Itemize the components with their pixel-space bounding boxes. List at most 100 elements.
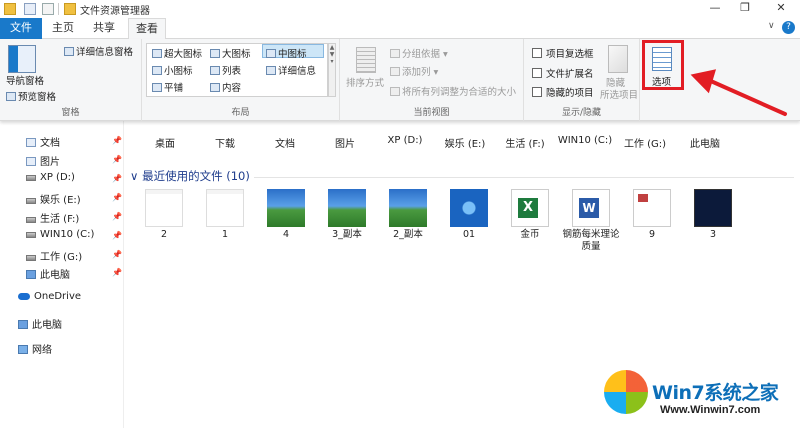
- recent-files-header[interactable]: ∨ 最近使用的文件 (10): [130, 168, 250, 184]
- tab-file[interactable]: 文件: [0, 18, 42, 39]
- small-icons-icon: [152, 66, 162, 75]
- tab-share[interactable]: 共享: [84, 18, 124, 39]
- details-icon: [266, 66, 276, 75]
- tab-view[interactable]: 查看: [128, 18, 166, 40]
- ribbon-collapse-icon[interactable]: ∨: [768, 21, 775, 31]
- properties-icon[interactable]: [24, 3, 36, 15]
- frequent-folder-item[interactable]: 下载: [197, 135, 253, 150]
- panes-group: 导航窗格 预览窗格 详细信息窗格 窗格: [0, 39, 142, 121]
- frequent-folder-item[interactable]: 图片: [317, 135, 373, 150]
- maximize-button[interactable]: ❐: [730, 0, 760, 18]
- sidebar-item-drive-c[interactable]: WIN10 (C:): [26, 229, 94, 240]
- group-by-button[interactable]: 分组依据 ▾: [390, 46, 448, 60]
- sidebar-item-label: 娱乐 (E:): [40, 195, 81, 206]
- layout-medium-icons[interactable]: 中图标: [266, 46, 307, 60]
- pin-icon[interactable]: 📌: [112, 193, 122, 202]
- pin-icon[interactable]: 📌: [112, 231, 122, 240]
- close-button[interactable]: ✕: [766, 0, 796, 18]
- frequent-folder-item[interactable]: 文档: [257, 135, 313, 150]
- sidebar-item-drive-g[interactable]: 工作 (G:): [26, 248, 82, 263]
- hidden-items-toggle[interactable]: 隐藏的项目: [532, 85, 594, 99]
- navigation-pane-icon[interactable]: [8, 45, 36, 73]
- sidebar-item-drive-f[interactable]: 生活 (F:): [26, 210, 79, 225]
- group-by-icon: [390, 49, 400, 58]
- sidebar-item-label: WIN10 (C:): [40, 229, 95, 240]
- layout-details[interactable]: 详细信息: [266, 63, 316, 77]
- layout-small-label: 小图标: [164, 66, 193, 77]
- quick-access-divider: [58, 3, 59, 15]
- minimize-button[interactable]: —: [700, 0, 730, 18]
- layout-medium-label: 中图标: [278, 49, 307, 60]
- fit-columns-button[interactable]: 将所有列调整为合适的大小: [390, 84, 516, 98]
- sidebar-item-pictures[interactable]: 图片: [26, 153, 60, 168]
- frequent-folder-item[interactable]: WIN10 (C:): [557, 135, 613, 146]
- navigation-pane-button[interactable]: 导航窗格: [6, 73, 44, 87]
- drive-icon: [26, 175, 36, 181]
- windows-logo-icon: [604, 370, 648, 414]
- frequent-folder-item[interactable]: 生活 (F:): [497, 135, 553, 150]
- image-thumbnail: [267, 189, 305, 227]
- sidebar-item-this-pc-pinned[interactable]: 此电脑: [26, 266, 70, 281]
- word-file-icon: [572, 189, 610, 227]
- pin-icon[interactable]: 📌: [112, 268, 122, 277]
- pin-icon[interactable]: 📌: [112, 174, 122, 183]
- file-name: 1: [221, 229, 229, 240]
- section-divider: [254, 177, 794, 178]
- sort-icon[interactable]: [356, 47, 376, 73]
- preview-pane-button[interactable]: 预览窗格: [6, 89, 56, 103]
- layout-large-icons[interactable]: 大图标: [210, 46, 251, 60]
- sort-by-button[interactable]: 排序方式: [346, 75, 384, 89]
- frequent-folder-item[interactable]: 娱乐 (E:): [437, 135, 493, 150]
- frequent-folder-item[interactable]: 工作 (G:): [617, 135, 673, 150]
- sidebar-item-documents[interactable]: 文档: [26, 134, 60, 149]
- help-icon[interactable]: ?: [782, 21, 795, 34]
- tab-home[interactable]: 主页: [44, 18, 82, 39]
- file-name: 2: [160, 229, 168, 240]
- add-columns-button[interactable]: 添加列 ▾: [390, 64, 438, 78]
- layout-list[interactable]: 列表: [210, 63, 241, 77]
- layout-tiles[interactable]: 平铺: [152, 80, 183, 94]
- sidebar-item-drive-e[interactable]: 娱乐 (E:): [26, 191, 81, 206]
- medium-icons-icon: [266, 49, 276, 58]
- pin-icon[interactable]: 📌: [112, 155, 122, 164]
- item-checkboxes-toggle[interactable]: 项目复选框: [532, 46, 594, 60]
- current-view-group-label: 当前视图: [413, 108, 450, 118]
- layout-extra-large-icons[interactable]: 超大图标: [152, 46, 202, 60]
- frequent-folder-item[interactable]: 桌面: [137, 135, 193, 150]
- layout-content[interactable]: 内容: [210, 80, 241, 94]
- add-columns-icon: [390, 67, 400, 76]
- new-folder-icon[interactable]: [42, 3, 54, 15]
- list-icon: [210, 66, 220, 75]
- item-checkboxes-checkbox[interactable]: [532, 48, 542, 58]
- image-thumbnail: [694, 189, 732, 227]
- pin-icon[interactable]: 📌: [112, 212, 122, 221]
- details-pane-label: 详细信息窗格: [76, 47, 134, 58]
- drive-icon: [26, 217, 36, 223]
- file-extensions-checkbox[interactable]: [532, 68, 542, 78]
- computer-icon: [26, 270, 36, 279]
- sidebar-item-label: OneDrive: [34, 291, 82, 302]
- image-thumbnail: [389, 189, 427, 227]
- details-pane-icon: [64, 47, 74, 56]
- layout-small-icons[interactable]: 小图标: [152, 63, 193, 77]
- details-pane-button[interactable]: 详细信息窗格: [64, 44, 133, 58]
- file-extensions-toggle[interactable]: 文件扩展名: [532, 66, 594, 80]
- frequent-folder-item[interactable]: XP (D:): [377, 135, 433, 146]
- frequent-folder-item[interactable]: 此电脑: [677, 135, 733, 150]
- sidebar-item-onedrive[interactable]: OneDrive: [18, 291, 81, 302]
- sidebar-item-drive-d[interactable]: XP (D:): [26, 172, 75, 183]
- sidebar-item-network[interactable]: 网络: [18, 341, 52, 356]
- sidebar-item-this-pc[interactable]: 此电脑: [18, 316, 62, 331]
- file-name: 2_副本: [393, 229, 423, 240]
- pin-icon[interactable]: 📌: [112, 250, 122, 259]
- pin-icon[interactable]: 📌: [112, 136, 122, 145]
- hide-selected-line2[interactable]: 所选项目: [600, 87, 638, 101]
- layout-scrollbar[interactable]: ▲ ▼ ▾: [328, 43, 336, 97]
- computer-icon: [18, 320, 28, 329]
- layout-large-label: 大图标: [222, 49, 251, 60]
- title-bar: 文件资源管理器 — ❐ ✕: [0, 0, 800, 18]
- file-name: 金币: [520, 229, 540, 240]
- hide-selected-icon[interactable]: [608, 45, 628, 73]
- chevron-down-icon: ∨: [130, 169, 143, 183]
- hidden-items-checkbox[interactable]: [532, 87, 542, 97]
